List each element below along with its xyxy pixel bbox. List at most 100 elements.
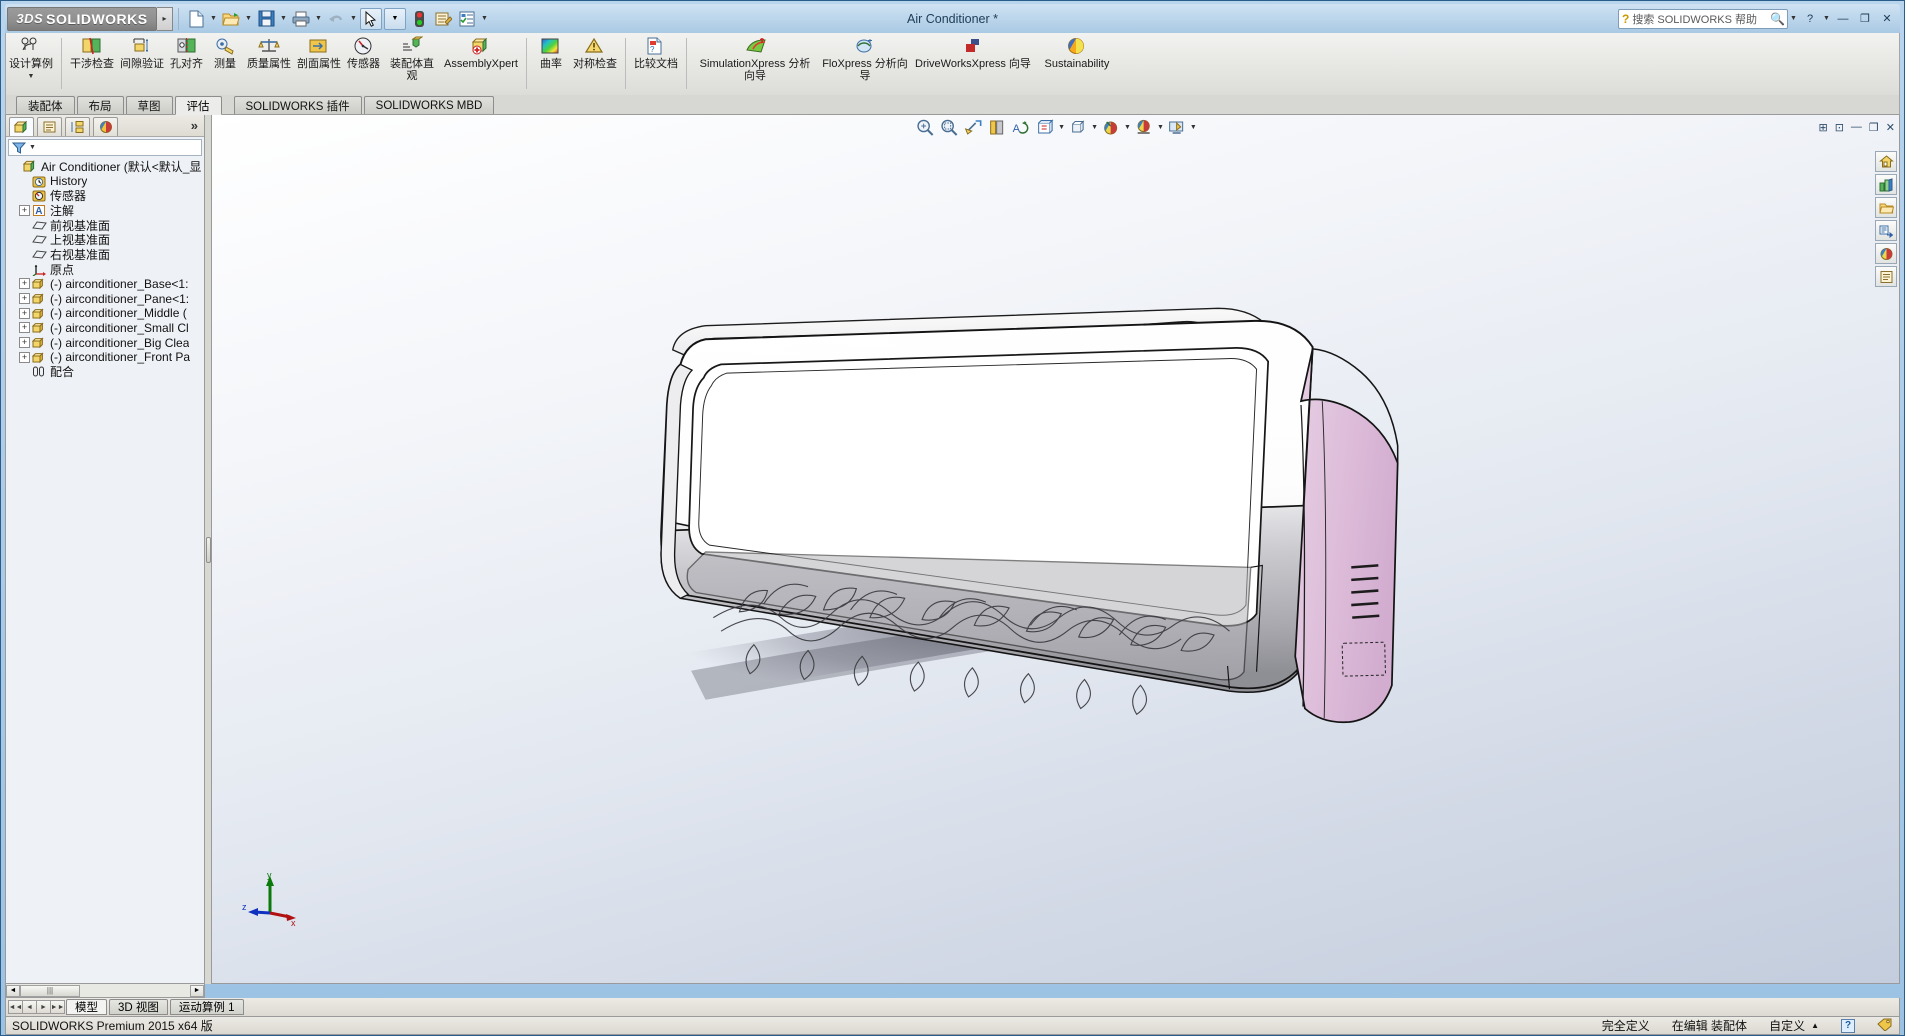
tree-expander[interactable]: + [19, 205, 30, 216]
zoom-to-area-button[interactable] [938, 116, 960, 138]
hide-show-items-button[interactable] [1067, 116, 1089, 138]
previous-view-button[interactable] [962, 116, 984, 138]
prev-sheet-button[interactable]: ◄ [22, 1000, 37, 1014]
help-button[interactable]: ? [1799, 10, 1821, 28]
tree-expander[interactable]: + [19, 352, 30, 363]
open-document-dropdown[interactable]: ▼ [243, 8, 254, 30]
scene-dropdown-arrow[interactable]: ▼ [1157, 124, 1164, 131]
undo-dropdown[interactable]: ▼ [348, 8, 359, 30]
next-sheet-button[interactable]: ► [36, 1000, 51, 1014]
solidworks-logo[interactable]: 3DS SOLIDWORKS [7, 7, 157, 31]
sheet-tab-model[interactable]: 模型 [66, 999, 107, 1015]
tree-node-part-base[interactable]: + (-) airconditioner_Base<1: [10, 277, 204, 292]
design-study-dropdown-arrow[interactable]: ▼ [28, 71, 35, 83]
file-explorer-button[interactable] [1875, 197, 1897, 218]
ribbon-command-driveworks-xpress[interactable]: DriveWorksXpress 向导 [912, 35, 1034, 71]
status-customize-group[interactable]: 自定义 ▲ [1769, 1017, 1819, 1034]
ribbon-command-measure[interactable]: 测量 [206, 35, 244, 71]
tab-evaluate[interactable]: 评估 [175, 96, 222, 115]
open-document-button[interactable] [220, 8, 242, 30]
configuration-manager-tab[interactable] [65, 117, 90, 136]
settings-button[interactable] [456, 8, 478, 30]
view-settings-button[interactable] [1166, 116, 1188, 138]
tree-expander[interactable]: + [19, 322, 30, 333]
ribbon-command-sustainability[interactable]: Sustainability [1034, 35, 1120, 71]
property-manager-tab[interactable] [37, 117, 62, 136]
graphics-area[interactable]: A ▼ [212, 115, 1900, 984]
status-tag-icon[interactable] [1877, 1017, 1893, 1034]
doc-minimize-button[interactable]: — [1849, 121, 1864, 133]
tab-assembly[interactable]: 装配体 [16, 96, 75, 114]
apply-scene-button[interactable] [1133, 116, 1155, 138]
tree-node-history[interactable]: History [10, 174, 204, 189]
ribbon-command-assembly-visualization[interactable]: 装配体直观 [383, 35, 441, 82]
tree-node-part-pane[interactable]: + (-) airconditioner_Pane<1: [10, 291, 204, 306]
select-button[interactable] [360, 8, 382, 30]
search-input[interactable]: ? 搜索 SOLIDWORKS 帮助 🔍 [1618, 9, 1788, 29]
tree-node-part-big-cleaner[interactable]: + (-) airconditioner_Big Clea [10, 335, 204, 350]
doc-restore-button[interactable]: ❐ [1867, 121, 1881, 134]
minimize-button[interactable]: — [1832, 10, 1854, 28]
ribbon-command-interference-check[interactable]: 干涉检查 [67, 35, 117, 71]
panel-splitter[interactable] [205, 115, 212, 984]
tree-node-right-plane[interactable]: 右视基准面 [10, 247, 204, 262]
view-orientation-button[interactable]: A [1010, 116, 1032, 138]
last-sheet-button[interactable]: ►► [50, 1000, 65, 1014]
first-sheet-button[interactable]: ◄◄ [8, 1000, 23, 1014]
tree-node-root[interactable]: Air Conditioner (默认<默认_显 [10, 159, 204, 174]
ribbon-command-simulation-xpress[interactable]: SimulationXpress 分析向导 [692, 35, 818, 82]
search-icon[interactable]: 🔍 [1770, 12, 1785, 26]
resources-home-button[interactable] [1875, 151, 1897, 172]
hide-show-dropdown-arrow[interactable]: ▼ [1091, 124, 1098, 131]
ribbon-command-flo-xpress[interactable]: FloXpress 分析向导 [818, 35, 912, 82]
search-dropdown[interactable]: ▼ [1788, 8, 1799, 30]
tab-solidworks-mbd[interactable]: SOLIDWORKS MBD [364, 96, 495, 114]
design-library-button[interactable] [1875, 174, 1897, 195]
ribbon-command-symmetry-check[interactable]: 对称检查 [570, 35, 620, 71]
display-style-dropdown-arrow[interactable]: ▼ [1058, 124, 1065, 131]
ribbon-command-hole-alignment[interactable]: 孔对齐 [167, 35, 206, 71]
doc-close-button[interactable]: ✕ [1884, 121, 1897, 134]
ribbon-command-assembly-xpert[interactable]: AssemblyXpert [441, 35, 521, 71]
custom-properties-button[interactable] [1875, 266, 1897, 287]
status-help-badge[interactable]: ? [1841, 1019, 1855, 1033]
tab-sketch[interactable]: 草图 [126, 96, 173, 114]
tree-expander[interactable]: + [19, 293, 30, 304]
scroll-thumb[interactable]: ||| [20, 985, 80, 997]
scroll-left-button[interactable]: ◄ [6, 985, 20, 997]
ribbon-command-design-study[interactable]: 设计算例 ▼ [6, 35, 56, 82]
undo-button[interactable] [325, 8, 347, 30]
doc-cascade-button[interactable]: ⊡ [1833, 121, 1846, 134]
tree-node-origin[interactable]: 原点 [10, 262, 204, 277]
tree-expander[interactable]: + [19, 278, 30, 289]
options-button[interactable] [432, 8, 454, 30]
ribbon-command-curvature[interactable]: 曲率 [532, 35, 570, 71]
restore-button[interactable]: ❐ [1854, 10, 1876, 28]
status-customize-label[interactable]: 自定义 [1769, 1017, 1805, 1034]
doc-tile-button[interactable]: ⊞ [1816, 121, 1829, 134]
tree-node-part-middle[interactable]: + (-) airconditioner_Middle ( [10, 306, 204, 321]
tree-expander[interactable]: + [19, 308, 30, 319]
ribbon-command-sensor[interactable]: 传感器 [344, 35, 383, 71]
menu-expand-arrow[interactable]: ▸ [157, 7, 173, 31]
select-dropdown[interactable]: ▼ [384, 8, 406, 30]
display-style-button[interactable] [1034, 116, 1056, 138]
zoom-to-fit-button[interactable] [914, 116, 936, 138]
tab-layout[interactable]: 布局 [77, 96, 124, 114]
air-conditioner-assembly[interactable] [212, 115, 1899, 983]
ribbon-command-compare-documents[interactable]: ? 比较文档 [631, 35, 681, 71]
tab-solidworks-addins[interactable]: SOLIDWORKS 插件 [234, 96, 362, 114]
rebuild-button[interactable] [408, 8, 430, 30]
appearances-scenes-button[interactable] [1875, 243, 1897, 264]
new-document-button[interactable] [185, 8, 207, 30]
filter-dropdown-arrow[interactable]: ▼ [29, 144, 36, 151]
ribbon-command-clearance-verification[interactable]: 间隙验证 [117, 35, 167, 71]
settings-dropdown[interactable]: ▼ [479, 8, 490, 30]
display-manager-tab[interactable] [93, 117, 118, 136]
tree-node-annotations[interactable]: + A 注解 [10, 203, 204, 218]
print-dropdown[interactable]: ▼ [313, 8, 324, 30]
tree-horizontal-scrollbar[interactable]: ◄ ||| ► [5, 984, 205, 998]
save-dropdown[interactable]: ▼ [278, 8, 289, 30]
tree-node-mates[interactable]: 配合 [10, 365, 204, 380]
edit-appearance-button[interactable] [1100, 116, 1122, 138]
